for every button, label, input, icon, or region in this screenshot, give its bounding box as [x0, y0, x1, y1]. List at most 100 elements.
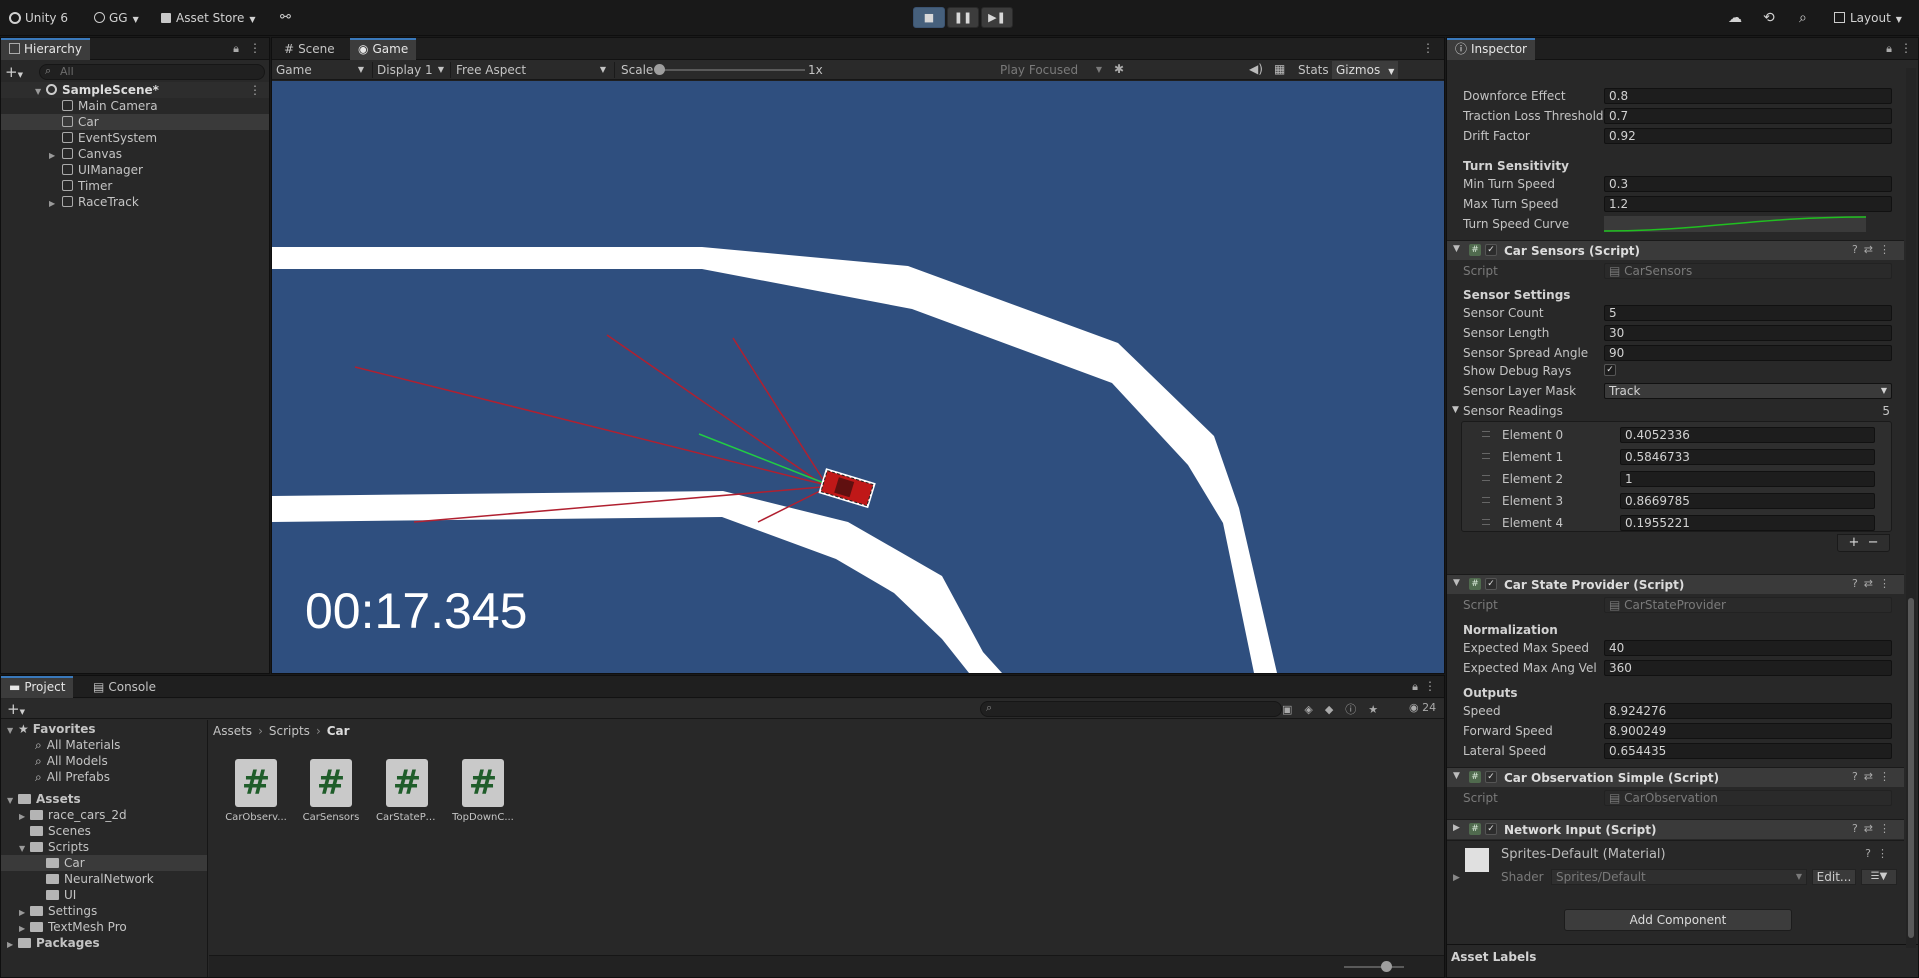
observation-script-ref[interactable]: ▤ CarObservation: [1604, 790, 1892, 806]
expected-max-angvel-input[interactable]: 360: [1604, 660, 1892, 676]
enabled-checkbox[interactable]: ✓: [1485, 578, 1497, 590]
create-plus-button[interactable]: +▼: [7, 700, 25, 718]
icon-size-slider-track[interactable]: [1344, 966, 1404, 968]
fold-open-icon[interactable]: ▼: [1453, 771, 1460, 781]
layer-mask-dropdown[interactable]: Track ▼: [1604, 383, 1892, 399]
component-help-preset-more-icons[interactable]: ?⇄⋮: [1852, 243, 1896, 256]
more-icon[interactable]: ⋮: [1424, 679, 1436, 693]
component-help-preset-more-icons[interactable]: ?⇄⋮: [1852, 822, 1896, 835]
fold-open-icon[interactable]: ▼: [1453, 578, 1460, 588]
icon-size-slider-thumb[interactable]: [1381, 961, 1392, 972]
project-filter-icons[interactable]: ▣◈◆ⓘ★: [1282, 701, 1390, 717]
breadcrumb-item[interactable]: Assets: [213, 724, 252, 738]
display-dropdown[interactable]: Display 1 ▼: [372, 62, 446, 78]
more-icon[interactable]: ⋮: [1422, 41, 1434, 55]
asset-file[interactable]: # CarSensors: [300, 759, 362, 823]
asset-store-dropdown[interactable]: Asset Store ▼: [161, 9, 256, 27]
enabled-checkbox[interactable]: ✓: [1485, 244, 1497, 256]
add-component-button[interactable]: Add Component: [1564, 909, 1792, 931]
step-button[interactable]: ▶❚: [981, 7, 1013, 28]
drag-handle-icon[interactable]: [1482, 453, 1490, 459]
scale-slider-track[interactable]: [657, 69, 805, 71]
tree-folder[interactable]: ▶ race_cars_2d: [1, 807, 207, 823]
drift-input[interactable]: 0.92: [1604, 128, 1892, 144]
network-input-header[interactable]: ▶ # ✓ Network Input (Script) ?⇄⋮: [1447, 819, 1904, 839]
tab-hierarchy[interactable]: Hierarchy: [1, 38, 91, 60]
shader-dropdown[interactable]: Sprites/Default ▼: [1551, 869, 1807, 885]
hierarchy-item[interactable]: UIManager: [1, 162, 269, 178]
sensor-length-input[interactable]: 30: [1604, 325, 1892, 341]
sensor-spread-input[interactable]: 90: [1604, 345, 1892, 361]
component-help-preset-more-icons[interactable]: ?⇄⋮: [1852, 577, 1896, 590]
component-help-preset-more-icons[interactable]: ?⇄⋮: [1852, 770, 1896, 783]
drag-handle-icon[interactable]: [1482, 497, 1490, 503]
favorite-item[interactable]: ⌕ All Prefabs: [1, 769, 207, 785]
tree-folder[interactable]: ▶ TextMesh Pro: [1, 919, 207, 935]
material-help-more-icons[interactable]: ?⋮: [1865, 847, 1894, 860]
history-icon[interactable]: ⟲: [1763, 9, 1775, 27]
hierarchy-item[interactable]: ▶ Canvas: [1, 146, 269, 162]
fold-open-icon[interactable]: ▼: [1453, 244, 1460, 254]
keyboard-icon[interactable]: ▦: [1274, 62, 1285, 76]
enabled-checkbox[interactable]: ✓: [1485, 823, 1497, 835]
fold-closed-icon[interactable]: ▶: [1453, 823, 1460, 833]
turn-speed-curve[interactable]: [1604, 216, 1866, 232]
tree-folder[interactable]: ▶ Settings: [1, 903, 207, 919]
packages-root[interactable]: ▶ Packages: [1, 935, 207, 951]
edit-shader-button[interactable]: Edit...: [1812, 869, 1856, 885]
tab-inspector[interactable]: ⓘ Inspector: [1447, 38, 1535, 60]
stats-button[interactable]: Stats: [1298, 62, 1329, 78]
asset-file[interactable]: # CarObserv...: [225, 759, 287, 823]
car-observation-header[interactable]: ▼ # ✓ Car Observation Simple (Script) ?⇄⋮: [1447, 767, 1904, 787]
unity-menu-button[interactable]: Unity 6: [9, 9, 68, 27]
hierarchy-search-input[interactable]: ⌕ All: [39, 64, 265, 80]
tab-game[interactable]: ◉ Game: [350, 38, 417, 60]
enabled-checkbox[interactable]: ✓: [1485, 771, 1497, 783]
tree-folder[interactable]: Scenes: [1, 823, 207, 839]
asset-file[interactable]: # CarStatePr...: [376, 759, 438, 823]
more-icon[interactable]: ⋮: [249, 41, 261, 55]
tree-folder[interactable]: ▼ Scripts: [1, 839, 207, 855]
fold-closed-icon[interactable]: ▶: [1453, 873, 1460, 883]
more-icon[interactable]: ⋮: [249, 82, 261, 98]
inspector-scrollbar[interactable]: [1906, 68, 1916, 948]
game-viewport[interactable]: 00:17.345: [272, 81, 1444, 673]
tab-project[interactable]: ▬ Project: [1, 676, 74, 698]
tree-folder[interactable]: UI: [1, 887, 207, 903]
fold-closed-icon[interactable]: ▶: [49, 196, 57, 212]
asset-file[interactable]: # TopDownC...: [452, 759, 514, 823]
hierarchy-item[interactable]: Main Camera: [1, 98, 269, 114]
car-sensors-header[interactable]: ▼ # ✓ Car Sensors (Script) ?⇄⋮: [1447, 240, 1904, 260]
lock-icon[interactable]: 🔒︎: [1412, 680, 1418, 694]
account-dropdown[interactable]: GG ▼: [94, 9, 139, 27]
favorites-header[interactable]: ▼ ★ Favorites: [1, 721, 207, 737]
expected-max-speed-input[interactable]: 40: [1604, 640, 1892, 656]
downforce-input[interactable]: 0.8: [1604, 88, 1892, 104]
speed-output[interactable]: 8.924276: [1604, 703, 1892, 719]
game-mode-dropdown[interactable]: Game ▼: [276, 62, 368, 78]
search-icon[interactable]: ⌕: [1799, 9, 1807, 27]
audio-icon[interactable]: ◀): [1249, 62, 1263, 76]
gizmos-button[interactable]: Gizmos ▼: [1332, 61, 1399, 79]
sensors-script-ref[interactable]: ▤ CarSensors: [1604, 263, 1892, 279]
min-turn-input[interactable]: 0.3: [1604, 176, 1892, 192]
project-search-input[interactable]: ⌕: [980, 701, 1282, 717]
readings-size-input[interactable]: 5: [1882, 404, 1890, 418]
traction-input[interactable]: 0.7: [1604, 108, 1892, 124]
bug-icon[interactable]: ✱: [1114, 62, 1124, 76]
aspect-dropdown[interactable]: Free Aspect ▼: [450, 62, 610, 78]
favorite-item[interactable]: ⌕ All Models: [1, 753, 207, 769]
hierarchy-item-selected[interactable]: Car: [1, 114, 269, 130]
tab-scene[interactable]: # Scene: [276, 38, 343, 60]
scene-row[interactable]: ▼ SampleScene* ⋮: [1, 82, 269, 98]
add-element-button[interactable]: +: [1848, 535, 1859, 550]
show-debug-checkbox[interactable]: ✓: [1604, 364, 1616, 376]
hierarchy-item[interactable]: Timer: [1, 178, 269, 194]
tree-folder-selected[interactable]: Car: [1, 855, 207, 871]
play-button[interactable]: ■: [913, 7, 945, 28]
tree-folder[interactable]: NeuralNetwork: [1, 871, 207, 887]
sensor-count-input[interactable]: 5: [1604, 305, 1892, 321]
drag-handle-icon[interactable]: [1482, 475, 1490, 481]
assets-root[interactable]: ▼ Assets: [1, 791, 207, 807]
cloud-icon[interactable]: ☁: [1728, 9, 1742, 27]
